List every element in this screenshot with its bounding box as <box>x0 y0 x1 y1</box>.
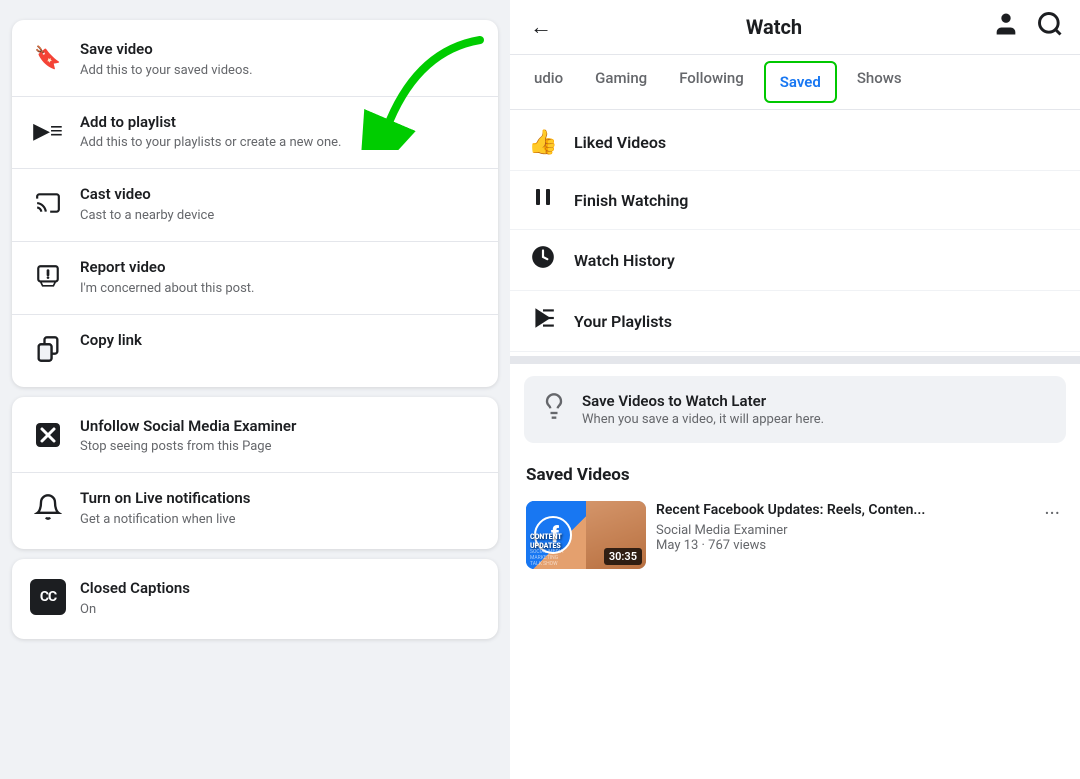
your-playlists-item[interactable]: Your Playlists <box>510 291 1080 352</box>
green-arrow <box>360 30 490 150</box>
unfollow-title: Unfollow Social Media Examiner <box>80 417 296 437</box>
save-video-subtitle: Add this to your saved videos. <box>80 62 253 80</box>
cast-icon <box>30 185 66 221</box>
search-icon[interactable] <box>1036 10 1064 44</box>
cc-title: Closed Captions <box>80 579 190 599</box>
finish-watching-item[interactable]: Finish Watching <box>510 171 1080 230</box>
left-panel: 🔖 Save video Add this to your saved vide… <box>0 0 510 779</box>
video-meta: May 13 · 767 views <box>656 538 1030 553</box>
tab-saved[interactable]: Saved <box>764 61 837 103</box>
lightbulb-icon <box>540 392 568 427</box>
cast-video-subtitle: Cast to a nearby device <box>80 207 214 225</box>
video-item[interactable]: f CONTENTUPDATES SOCIAL MEDIAMARKETINGTA… <box>510 491 1080 579</box>
video-channel: Social Media Examiner <box>656 523 1030 538</box>
copy-link-title: Copy link <box>80 331 142 351</box>
tab-audio[interactable]: udio <box>518 55 579 109</box>
watch-history-label: Watch History <box>574 251 675 270</box>
video-info: Recent Facebook Updates: Reels, Conten..… <box>656 501 1030 553</box>
menu-card-3: CC Closed Captions On <box>12 559 498 639</box>
your-playlists-label: Your Playlists <box>574 312 672 331</box>
add-playlist-subtitle: Add this to your playlists or create a n… <box>80 134 341 152</box>
menu-card-2: Unfollow Social Media Examiner Stop seei… <box>12 397 498 549</box>
live-notifications-item[interactable]: Turn on Live notifications Get a notific… <box>12 477 498 541</box>
video-thumbnail: f CONTENTUPDATES SOCIAL MEDIAMARKETINGTA… <box>526 501 646 569</box>
saved-videos-header: Saved Videos <box>510 455 1080 491</box>
closed-captions-item[interactable]: CC Closed Captions On <box>12 567 498 631</box>
tab-shows[interactable]: Shows <box>841 55 918 109</box>
right-panel: ← Watch udio Gaming Following Saved Show… <box>510 0 1080 779</box>
video-duration: 30:35 <box>604 548 642 565</box>
bookmark-icon: 🔖 <box>30 40 66 76</box>
finish-watching-label: Finish Watching <box>574 191 688 210</box>
live-notifications-title: Turn on Live notifications <box>80 489 251 509</box>
report-video-title: Report video <box>80 258 254 278</box>
copy-link-item[interactable]: Copy link <box>12 319 498 379</box>
header-icons <box>992 10 1064 44</box>
cc-subtitle: On <box>80 601 190 619</box>
cc-icon: CC <box>30 579 66 615</box>
save-prompt-title: Save Videos to Watch Later <box>582 392 824 410</box>
save-prompt-card: Save Videos to Watch Later When you save… <box>524 376 1066 443</box>
liked-videos-item[interactable]: 👍 Liked Videos <box>510 114 1080 171</box>
profile-icon[interactable] <box>992 10 1020 44</box>
clock-icon <box>528 244 558 276</box>
save-video-title: Save video <box>80 40 253 60</box>
live-notifications-subtitle: Get a notification when live <box>80 511 251 529</box>
copy-link-icon <box>30 331 66 367</box>
liked-videos-label: Liked Videos <box>574 133 666 152</box>
watch-history-item[interactable]: Watch History <box>510 230 1080 291</box>
bell-icon <box>30 489 66 525</box>
watch-menu: 👍 Liked Videos Finish Watching Watch His… <box>510 110 1080 356</box>
video-more-button[interactable]: ··· <box>1040 501 1064 525</box>
save-prompt-subtitle: When you save a video, it will appear he… <box>582 412 824 427</box>
tabs-container: udio Gaming Following Saved Shows <box>510 55 1080 110</box>
playlist-add-icon: ▶≡ <box>30 113 66 149</box>
report-icon <box>30 258 66 294</box>
tab-following[interactable]: Following <box>663 55 760 109</box>
back-button[interactable]: ← <box>526 10 556 44</box>
pause-icon <box>528 185 558 215</box>
separator <box>510 356 1080 364</box>
unfollow-item[interactable]: Unfollow Social Media Examiner Stop seei… <box>12 405 498 469</box>
watch-header: ← Watch <box>510 0 1080 55</box>
thumbs-up-icon: 👍 <box>528 128 558 156</box>
playlist-icon <box>528 305 558 337</box>
unfollow-subtitle: Stop seeing posts from this Page <box>80 438 296 456</box>
add-playlist-title: Add to playlist <box>80 113 341 133</box>
watch-title: Watch <box>568 15 980 39</box>
report-video-item[interactable]: Report video I'm concerned about this po… <box>12 246 498 310</box>
video-title: Recent Facebook Updates: Reels, Conten..… <box>656 501 1030 521</box>
report-video-subtitle: I'm concerned about this post. <box>80 280 254 298</box>
cast-video-item[interactable]: Cast video Cast to a nearby device <box>12 173 498 237</box>
cast-video-title: Cast video <box>80 185 214 205</box>
unfollow-icon <box>30 417 66 453</box>
tab-gaming[interactable]: Gaming <box>579 55 663 109</box>
